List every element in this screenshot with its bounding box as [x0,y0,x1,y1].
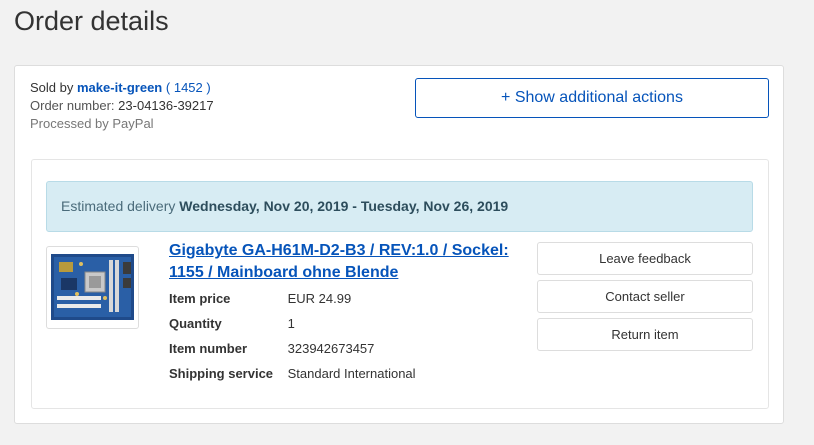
motherboard-image [51,254,134,320]
leave-feedback-button[interactable]: Leave feedback [537,242,753,275]
item-title-link[interactable]: Gigabyte GA-H61M-D2-B3 / REV:1.0 / Socke… [169,240,519,284]
order-number-line: Order number: 23-04136-39217 [30,97,214,115]
feedback-close: ) [206,80,211,95]
order-number: 23-04136-39217 [118,98,214,113]
item-number-label: Item number [169,341,248,356]
quantity-value: 1 [287,316,295,331]
page-title: Order details [14,6,169,36]
shipping-service-value: Standard International [287,366,416,381]
seller-info: Sold by make-it-green ( 1452 ) Order num… [30,79,214,133]
order-number-label: Order number: [30,98,115,113]
seller-name-link[interactable]: make-it-green [77,80,162,95]
return-item-button[interactable]: Return item [537,318,753,351]
item-thumbnail[interactable] [46,246,139,329]
order-card: Sold by make-it-green ( 1452 ) Order num… [14,65,784,424]
sold-by-line: Sold by make-it-green ( 1452 ) [30,79,214,97]
processed-by: Processed by PayPal [30,116,154,131]
shipping-service-label: Shipping service [169,366,274,381]
quantity-label: Quantity [169,316,222,331]
quantity-row: Quantity 1 [169,315,416,340]
item-details: Item price EUR 24.99 Quantity 1 Item num… [169,290,416,390]
item-panel: Estimated delivery Wednesday, Nov 20, 20… [31,159,769,409]
delivery-dates: Wednesday, Nov 20, 2019 - Tuesday, Nov 2… [179,198,509,214]
show-additional-actions-button[interactable]: + Show additional actions [415,78,769,118]
item-number-row: Item number 323942673457 [169,340,416,365]
delivery-banner: Estimated delivery Wednesday, Nov 20, 20… [46,181,753,232]
item-price-value: EUR 24.99 [287,291,352,306]
feedback-open: ( [165,80,171,95]
contact-seller-button[interactable]: Contact seller [537,280,753,313]
feedback-score-link[interactable]: 1452 [174,80,203,95]
shipping-service-row: Shipping service Standard International [169,365,416,390]
delivery-label: Estimated delivery [61,198,176,214]
item-price-label: Item price [169,291,231,306]
item-price-row: Item price EUR 24.99 [169,290,416,315]
sold-by-label: Sold by [30,80,74,95]
item-number-value: 323942673457 [287,341,375,356]
